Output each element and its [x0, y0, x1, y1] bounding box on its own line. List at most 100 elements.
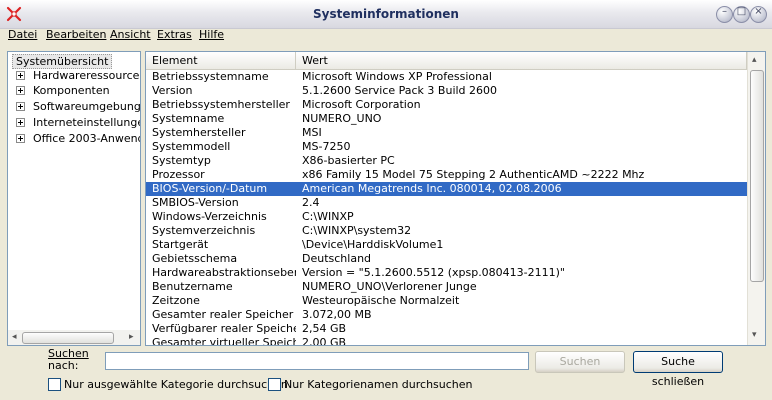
- table-row[interactable]: Systemmodell MS-7250: [146, 140, 747, 154]
- close-search-button[interactable]: Suche schließen: [633, 351, 723, 388]
- table-row[interactable]: BIOS-Version/-Datum American Megatrends I…: [146, 182, 747, 196]
- scroll-up-icon[interactable]: ▴: [752, 55, 757, 65]
- table-row[interactable]: Gebietsschema Deutschland: [146, 252, 747, 266]
- checkbox-label: Nur ausgewählte Kategorie durchsuchen: [64, 378, 288, 391]
- cell-value: 5.1.2600 Service Pack 3 Build 2600: [302, 84, 498, 97]
- cell-element: Systemmodell: [152, 140, 231, 153]
- cell-element: BIOS-Version/-Datum: [152, 182, 268, 195]
- table-row[interactable]: Systemverzeichnis C:\WINXP\system32: [146, 224, 747, 238]
- table-row[interactable]: Gesamter realer Speicher 3.072,00 MB: [146, 308, 747, 322]
- scroll-right-icon[interactable]: ▸: [129, 332, 134, 342]
- cell-value: MS-7250: [302, 140, 351, 153]
- cell-value: Microsoft Corporation: [302, 98, 421, 111]
- cell-value: C:\WINXP\system32: [302, 224, 412, 237]
- tree-horizontal-scrollbar[interactable]: ◂ ▸: [8, 330, 140, 345]
- table-row[interactable]: Betriebssystemhersteller Microsoft Corpor…: [146, 98, 747, 112]
- list-header: Element Wert: [146, 52, 747, 70]
- expand-icon[interactable]: [16, 118, 25, 127]
- cell-value: 2.4: [302, 196, 320, 209]
- cell-value: 3.072,00 MB: [302, 308, 372, 321]
- cell-element: Hardwareabstraktionsebene: [152, 266, 296, 279]
- table-row[interactable]: Zeitzone Westeuropäische Normalzeit: [146, 294, 747, 308]
- menu-extras[interactable]: Extras: [157, 28, 192, 42]
- tree-item-label: Office 2003-Anwendun: [33, 132, 140, 145]
- cell-value: NUMERO_UNO: [302, 112, 382, 125]
- search-label-line2: nach:: [48, 359, 79, 372]
- scroll-left-icon[interactable]: ◂: [12, 332, 17, 342]
- expand-icon[interactable]: [16, 71, 25, 80]
- table-row[interactable]: Windows-Verzeichnis C:\WINXP: [146, 210, 747, 224]
- title-bar[interactable]: Systeminformationen – □ ×: [0, 0, 772, 29]
- cell-value: 2,54 GB: [302, 322, 347, 335]
- cell-value: NUMERO_UNO\Verlorener Junge: [302, 280, 477, 293]
- checkbox-category-names[interactable]: [268, 378, 281, 391]
- close-icon: ×: [754, 6, 763, 17]
- search-input[interactable]: [105, 352, 529, 370]
- cell-element: Systemtyp: [152, 154, 211, 167]
- details-list[interactable]: Element Wert Betriebssystemname Microsoft…: [145, 51, 766, 346]
- table-row[interactable]: Startgerät \Device\HarddiskVolume1: [146, 238, 747, 252]
- scroll-thumb[interactable]: [750, 70, 764, 282]
- tree-item-label: Softwareumgebung: [33, 100, 141, 113]
- cell-value: Version = "5.1.2600.5512 (xpsp.080413-21…: [302, 266, 565, 279]
- table-row[interactable]: Prozessor x86 Family 15 Model 75 Stepping…: [146, 168, 747, 182]
- menu-bar: Datei Bearbeiten Ansicht Extras Hilfe: [0, 28, 772, 47]
- table-row[interactable]: Gesamter virtueller Speicher 2,00 GB: [146, 336, 747, 346]
- cell-value: 2,00 GB: [302, 336, 347, 346]
- cell-element: Betriebssystemname: [152, 70, 269, 83]
- maximize-icon: □: [736, 6, 747, 17]
- list-vertical-scrollbar[interactable]: ▴ ▾: [747, 52, 765, 345]
- minimize-button[interactable]: –: [716, 6, 733, 23]
- cell-element: Benutzername: [152, 280, 233, 293]
- cell-element: Verfügbarer realer Speicher: [152, 322, 296, 335]
- table-row[interactable]: Version 5.1.2600 Service Pack 3 Build 260…: [146, 84, 747, 98]
- cell-element: Gesamter virtueller Speicher: [152, 336, 296, 346]
- cell-element: Version: [152, 84, 193, 97]
- cell-value: X86-basierter PC: [302, 154, 395, 167]
- cell-element: Gebietsschema: [152, 252, 238, 265]
- tree-item-label: Interneteinstellungen: [33, 116, 141, 129]
- cell-value: x86 Family 15 Model 75 Stepping 2 Authen…: [302, 168, 645, 181]
- table-row[interactable]: Systemhersteller MSI: [146, 126, 747, 140]
- table-row[interactable]: Benutzername NUMERO_UNO\Verlorener Junge: [146, 280, 747, 294]
- tree-item-systemuebersicht[interactable]: Systemübersicht: [12, 54, 113, 69]
- system-information-window: Systeminformationen – □ × Datei Bearbeit…: [0, 0, 772, 400]
- table-row[interactable]: Hardwareabstraktionsebene Version = "5.1.…: [146, 266, 747, 280]
- category-tree[interactable]: Systemübersicht Hardwareressourcen Kompo…: [7, 51, 141, 346]
- table-row[interactable]: Verfügbarer realer Speicher 2,54 GB: [146, 322, 747, 336]
- table-row[interactable]: Systemname NUMERO_UNO: [146, 112, 747, 126]
- cell-element: SMBIOS-Version: [152, 196, 239, 209]
- menu-hilfe[interactable]: Hilfe: [199, 28, 224, 42]
- scroll-down-icon[interactable]: ▾: [752, 330, 757, 340]
- table-row[interactable]: Betriebssystemname Microsoft Windows XP P…: [146, 70, 747, 84]
- cell-element: Windows-Verzeichnis: [152, 210, 267, 223]
- window-title: Systeminformationen: [313, 7, 459, 21]
- maximize-button[interactable]: □: [733, 6, 750, 23]
- find-button[interactable]: Suchen: [535, 351, 625, 373]
- menu-bearbeiten[interactable]: Bearbeiten: [46, 28, 106, 42]
- table-row[interactable]: SMBIOS-Version 2.4: [146, 196, 747, 210]
- checkbox-selected-category[interactable]: [48, 378, 61, 391]
- cell-value: MSI: [302, 126, 322, 139]
- minimize-icon: –: [722, 6, 727, 17]
- expand-icon[interactable]: [16, 102, 25, 111]
- search-label: Suchen nach:: [48, 348, 89, 372]
- scroll-thumb[interactable]: [22, 332, 114, 344]
- column-header-element[interactable]: Element: [146, 52, 296, 69]
- cell-element: Gesamter realer Speicher: [152, 308, 294, 321]
- cell-value: American Megatrends Inc. 080014, 02.08.2…: [302, 182, 562, 195]
- close-window-button[interactable]: ×: [750, 6, 767, 23]
- tree-item-label: Hardwareressourcen: [33, 69, 141, 82]
- column-header-wert[interactable]: Wert: [296, 52, 747, 69]
- cell-element: Prozessor: [152, 168, 205, 181]
- cell-element: Zeitzone: [152, 294, 200, 307]
- menu-ansicht[interactable]: Ansicht: [110, 28, 151, 42]
- expand-icon[interactable]: [16, 134, 25, 143]
- cell-value: C:\WINXP: [302, 210, 354, 223]
- cell-element: Betriebssystemhersteller: [152, 98, 290, 111]
- cell-element: Systemhersteller: [152, 126, 246, 139]
- expand-icon[interactable]: [16, 86, 25, 95]
- table-row[interactable]: Systemtyp X86-basierter PC: [146, 154, 747, 168]
- menu-datei[interactable]: Datei: [8, 28, 37, 42]
- cell-value: Deutschland: [302, 252, 372, 265]
